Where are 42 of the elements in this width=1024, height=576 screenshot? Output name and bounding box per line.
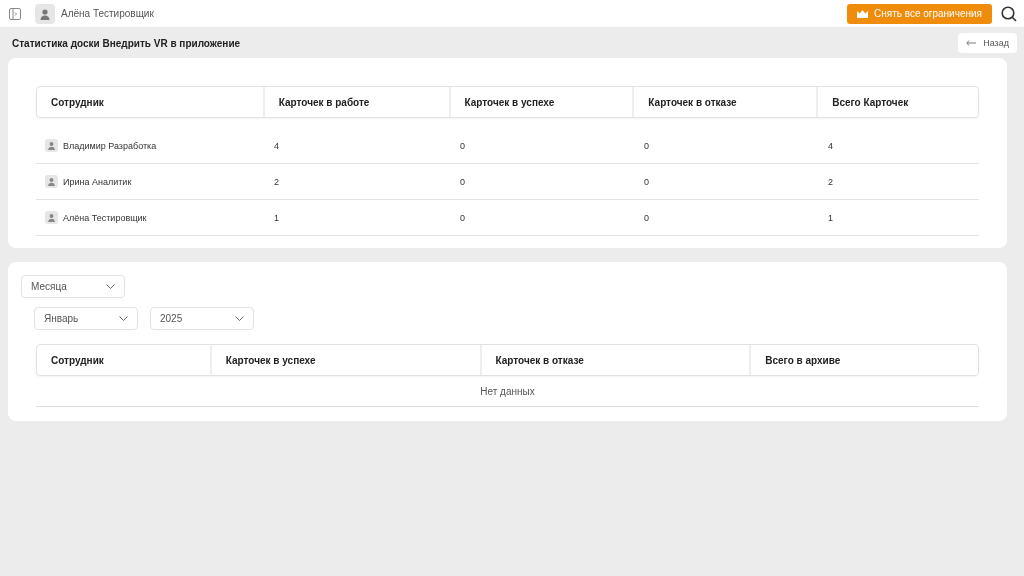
page-title: Статистика доски Внедрить VR в приложение: [12, 37, 241, 49]
table-cell: 0: [460, 212, 465, 223]
employee-name: Алёна Тестировщик: [63, 212, 147, 223]
back-button[interactable]: Назад: [958, 33, 1017, 53]
chevron-down-icon: [119, 316, 128, 321]
arrow-left-icon: [966, 40, 977, 46]
column-header: Карточек в успехе: [211, 345, 482, 375]
period-select[interactable]: Месяца: [21, 275, 125, 298]
table-cell: 2: [274, 176, 279, 187]
table-cell: 0: [644, 140, 649, 151]
avatar-icon: [35, 3, 55, 24]
search-icon[interactable]: [1001, 5, 1017, 22]
table-cell: 4: [828, 140, 833, 151]
empty-message: Нет данных: [480, 385, 535, 397]
column-header: Карточек в отказе: [481, 345, 752, 375]
table-cell: 4: [274, 140, 279, 151]
chevron-down-icon: [235, 316, 244, 321]
user-name: Алёна Тестировщик: [61, 8, 154, 19]
column-header: Сотрудник: [37, 87, 265, 117]
column-header: Всего в архиве: [764, 353, 842, 368]
table-cell: 1: [828, 212, 833, 223]
employee-name: Владимир Разработка: [63, 140, 157, 151]
table-cell: 2: [828, 176, 833, 187]
table-cell: 0: [460, 176, 465, 187]
employee-name: Ирина Аналитик: [63, 176, 132, 187]
month-select[interactable]: Январь: [34, 307, 138, 330]
column-header: Карточек в отказе: [634, 87, 819, 117]
column-header: Всего Карточек: [831, 95, 910, 110]
column-header: Карточек в успехе: [450, 87, 635, 117]
table-cell: 0: [644, 176, 649, 187]
table-cell: 0: [460, 140, 465, 151]
sidebar-toggle-icon[interactable]: [9, 7, 21, 20]
table-cell: 0: [644, 212, 649, 223]
crown-icon: [857, 9, 868, 18]
chevron-down-icon: [106, 284, 115, 289]
avatar-icon: [45, 175, 58, 188]
year-select[interactable]: 2025: [150, 307, 254, 330]
table-cell: 1: [274, 212, 279, 223]
column-header: Карточек в работе: [264, 87, 451, 117]
avatar-icon: [45, 211, 58, 224]
avatar-icon: [45, 139, 58, 152]
column-header: Сотрудник: [37, 345, 212, 375]
